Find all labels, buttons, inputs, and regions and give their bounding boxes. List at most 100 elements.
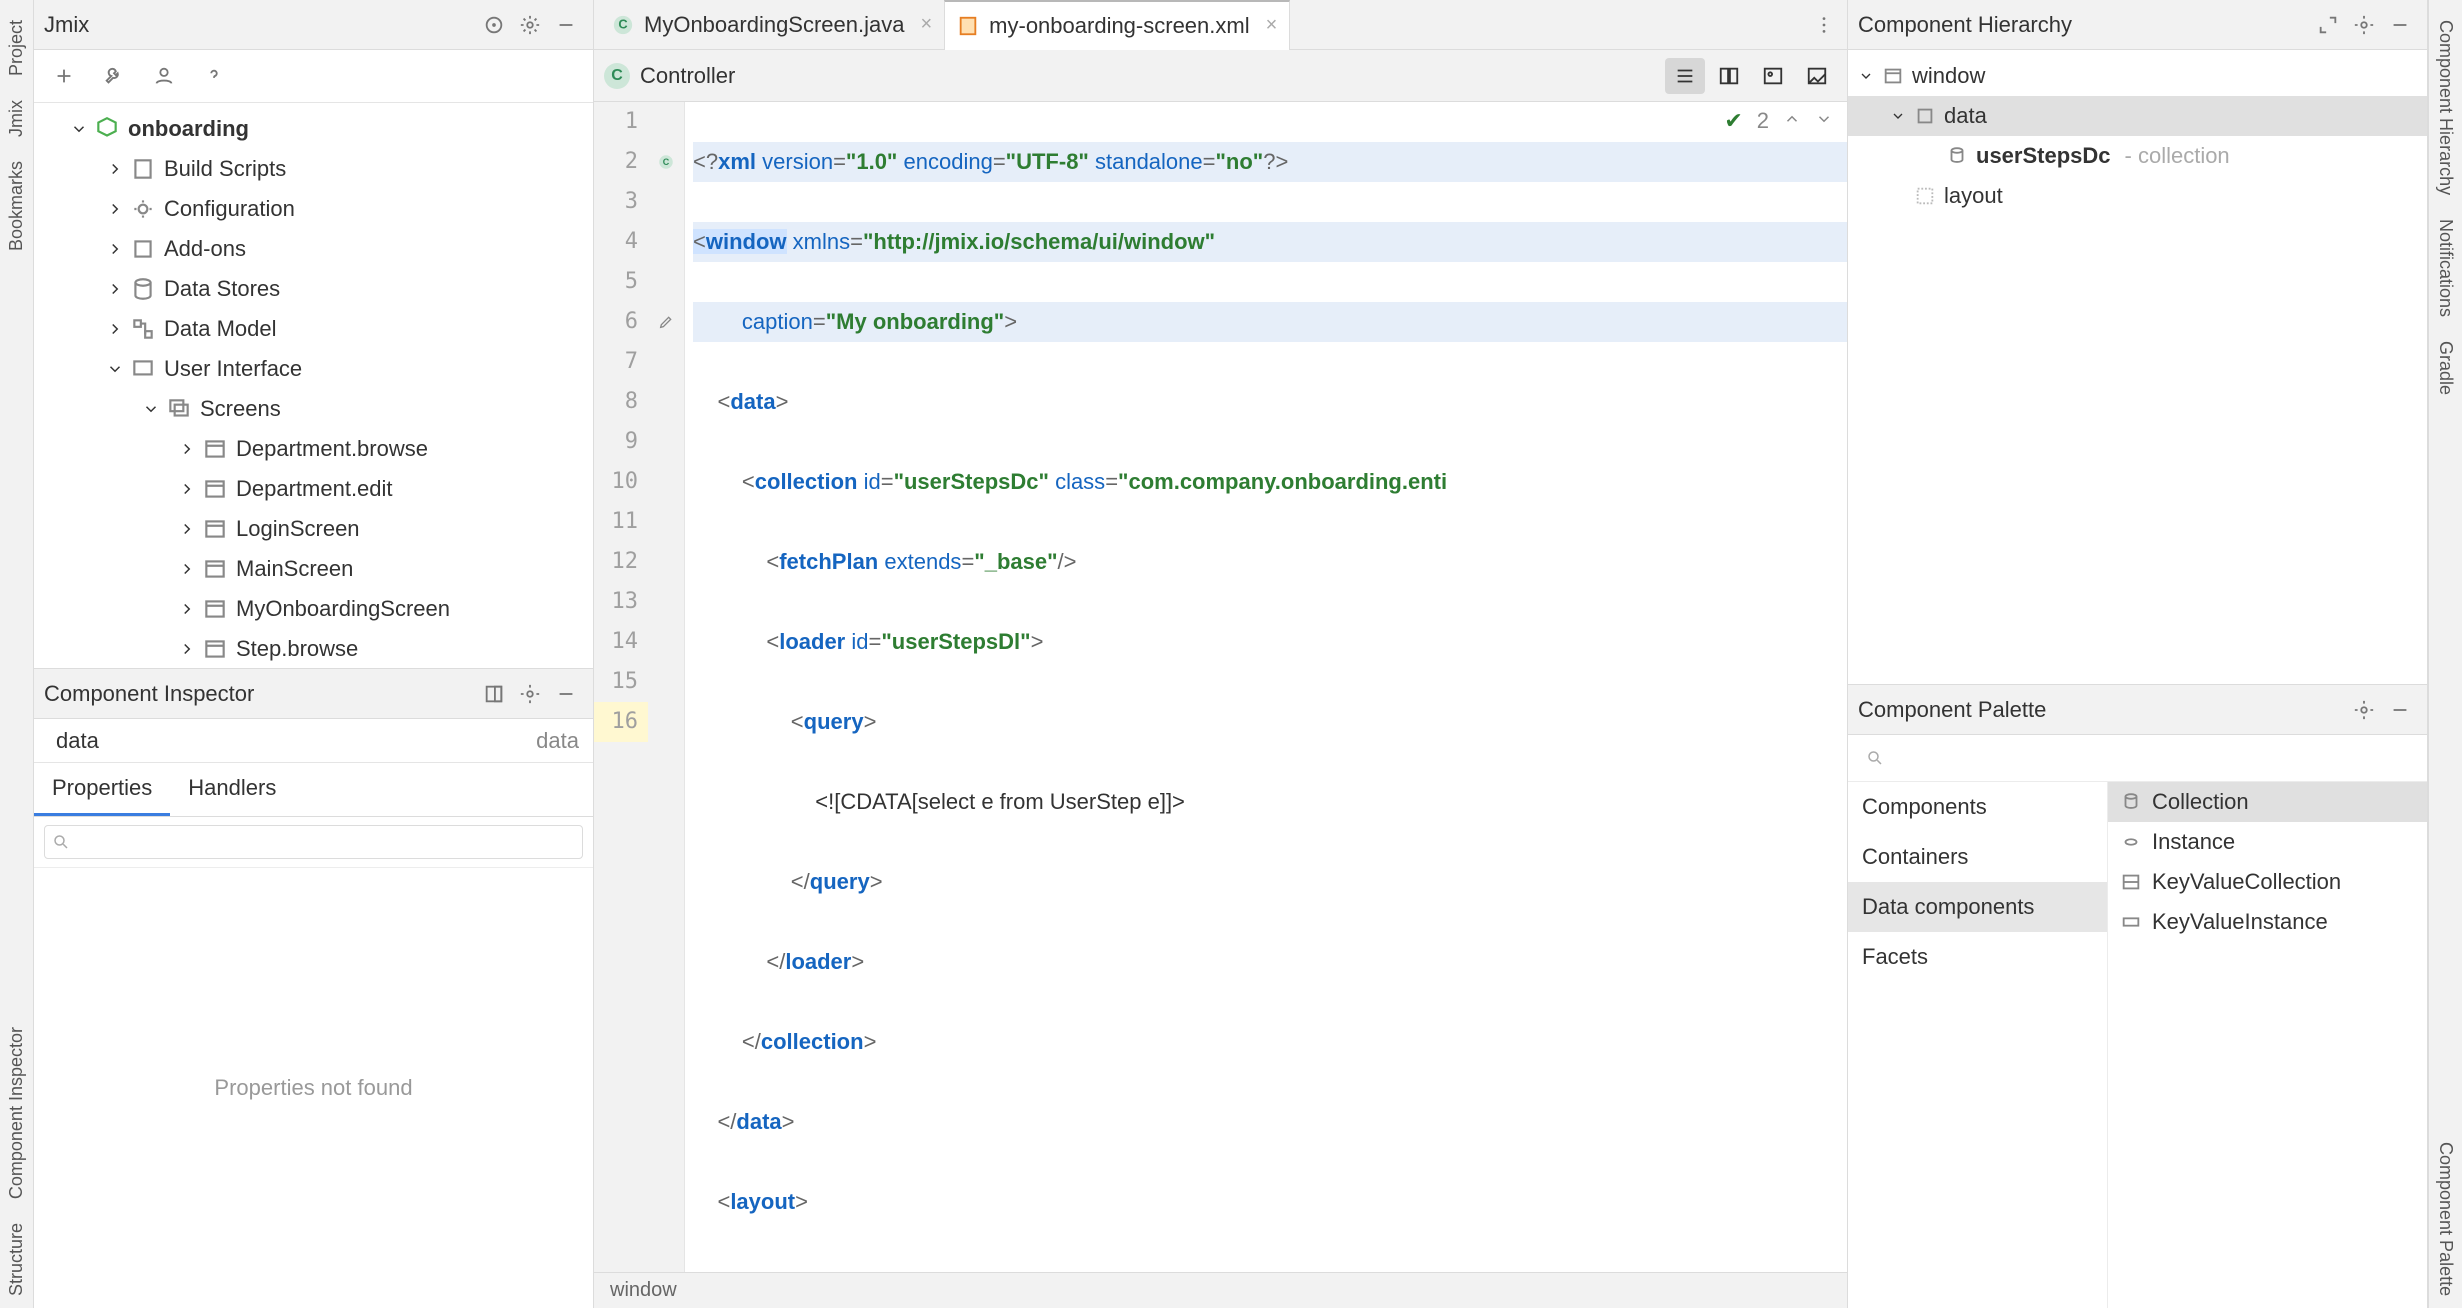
tree-user-interface[interactable]: User Interface [34,349,593,389]
gear-icon[interactable] [2347,693,2381,727]
pitem-kvcollection[interactable]: KeyValueCollection [2108,862,2427,902]
code-editor[interactable]: <?xml version="1.0" encoding="UTF-8" sta… [685,102,1847,1272]
minimize-icon[interactable] [2383,693,2417,727]
tree-root-label: onboarding [128,116,249,142]
rail-tab-jmix[interactable]: Jmix [4,88,29,149]
hierarchy-header: Component Hierarchy [1848,0,2427,50]
locate-icon[interactable] [477,8,511,42]
minimize-icon[interactable] [549,677,583,711]
tree-main-screen[interactable]: MainScreen [34,549,593,589]
cat-data-components[interactable]: Data components [1848,882,2107,932]
window-icon [202,476,228,502]
jmix-header: Jmix [34,0,593,50]
kv-instance-icon [2120,911,2142,933]
pitem-kvinstance[interactable]: KeyValueInstance [2108,902,2427,942]
tab-handlers[interactable]: Handlers [170,763,294,816]
inspection-widget[interactable]: ✔ 2 [1724,108,1833,134]
breadcrumb[interactable]: window [610,1279,677,1302]
script-icon [130,156,156,182]
chevron-up-icon[interactable] [1783,108,1801,134]
tree-configuration[interactable]: Configuration [34,189,593,229]
cat-components[interactable]: Components [1848,782,2107,832]
image-view-icon[interactable] [1753,58,1793,94]
wrench-icon[interactable] [96,58,132,94]
tree-addons[interactable]: Add-ons [34,229,593,269]
tree-data-stores[interactable]: Data Stores [34,269,593,309]
left-tool-rail: Project Jmix Bookmarks Component Inspect… [0,0,34,1308]
inspector-data-type: data [536,728,579,754]
inspector-search-input[interactable] [44,825,583,859]
xml-file-icon [957,15,979,37]
hierarchy-title: Component Hierarchy [1858,12,2311,38]
hrow-window[interactable]: window [1848,56,2427,96]
tree-step-browse[interactable]: Step.browse [34,629,593,668]
tree-screens[interactable]: Screens [34,389,593,429]
add-icon[interactable] [46,58,82,94]
close-icon[interactable]: × [1266,14,1278,37]
editor-body[interactable]: 1 2 3 4 5 6 7 8 9 10 11 12 13 14 15 16 C [594,102,1847,1272]
gutter-edit-icon[interactable] [648,302,684,342]
help-icon[interactable] [196,58,232,94]
tree-dept-edit[interactable]: Department.edit [34,469,593,509]
tree-root[interactable]: onboarding [34,109,593,149]
palette-categories: Components Containers Data components Fa… [1848,782,2108,1308]
rail-tab-notifications[interactable]: Notifications [2433,207,2458,329]
tree-build-scripts[interactable]: Build Scripts [34,149,593,189]
editor-tab-label: MyOnboardingScreen.java [644,12,904,38]
gear-icon[interactable] [513,8,547,42]
pitem-instance[interactable]: Instance [2108,822,2427,862]
editor-area: C MyOnboardingScreen.java × my-onboardin… [594,0,1848,1308]
window-icon [202,596,228,622]
gear-icon[interactable] [2347,8,2381,42]
preview-view-icon[interactable] [1797,58,1837,94]
rail-tab-gradle[interactable]: Gradle [2433,329,2458,407]
tree-data-model[interactable]: Data Model [34,309,593,349]
inspector-title: Component Inspector [44,681,477,707]
editor-tab-java[interactable]: C MyOnboardingScreen.java × [600,0,944,50]
controller-icon: C [604,63,630,89]
rail-tab-project[interactable]: Project [4,8,29,88]
window-icon [202,556,228,582]
editor-tab-label: my-onboarding-screen.xml [989,13,1249,39]
palette-search-input[interactable] [1858,741,2417,775]
tree-dept-browse[interactable]: Department.browse [34,429,593,469]
tree-login-screen[interactable]: LoginScreen [34,509,593,549]
rail-tab-component-inspector[interactable]: Component Inspector [4,1015,29,1211]
jmix-tree[interactable]: onboarding Build Scripts Configuration A… [34,103,593,668]
screen-icon [130,356,156,382]
tree-my-onboarding-screen[interactable]: MyOnboardingScreen [34,589,593,629]
svg-text:C: C [663,157,670,167]
cat-facets[interactable]: Facets [1848,932,2107,982]
rail-tab-component-hierarchy[interactable]: Component Hierarchy [2433,8,2458,207]
minimize-icon[interactable] [2383,8,2417,42]
chevron-down-icon[interactable] [1815,108,1833,134]
data-icon [1914,105,1936,127]
minimize-icon[interactable] [549,8,583,42]
kebab-menu-icon[interactable] [1807,8,1841,42]
jmix-panel: Jmix onboarding Build Scripts Configurat… [34,0,594,1308]
hierarchy-tree[interactable]: window data userStepsDc- collection layo… [1848,50,2427,684]
hrow-layout[interactable]: layout [1848,176,2427,216]
cube-icon [94,116,120,142]
user-icon[interactable] [146,58,182,94]
split-view-icon[interactable] [1709,58,1749,94]
hrow-data[interactable]: data [1848,96,2427,136]
gutter-nav-icon[interactable]: C [648,142,684,182]
rail-tab-structure[interactable]: Structure [4,1211,29,1308]
screens-icon [166,396,192,422]
hrow-usersteps[interactable]: userStepsDc- collection [1848,136,2427,176]
rail-tab-bookmarks[interactable]: Bookmarks [4,149,29,263]
gear-icon[interactable] [513,677,547,711]
rail-tab-component-palette[interactable]: Component Palette [2433,1130,2458,1308]
tab-properties[interactable]: Properties [34,763,170,816]
cat-containers[interactable]: Containers [1848,832,2107,882]
expand-icon[interactable] [2311,8,2345,42]
pitem-collection[interactable]: Collection [2108,782,2427,822]
text-view-icon[interactable] [1665,58,1705,94]
java-class-icon: C [612,14,634,36]
dock-icon[interactable] [477,677,511,711]
editor-tab-xml[interactable]: my-onboarding-screen.xml × [944,0,1290,50]
close-icon[interactable]: × [920,13,932,36]
editor-gutter: 1 2 3 4 5 6 7 8 9 10 11 12 13 14 15 16 C [594,102,685,1272]
controller-label[interactable]: Controller [640,63,735,89]
